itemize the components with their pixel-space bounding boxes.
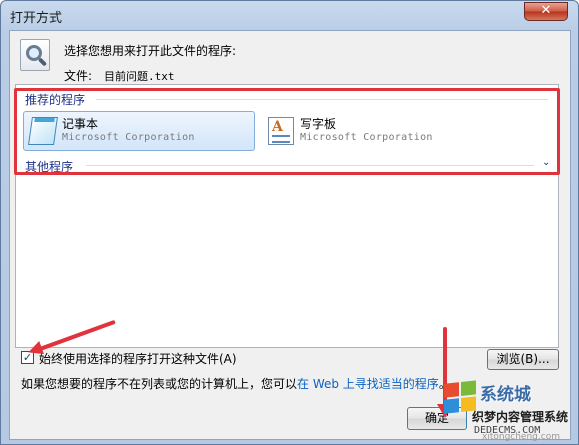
wordpad-icon: A (268, 117, 294, 145)
program-name: 写字板 (300, 117, 337, 131)
watermark-brand: 系统城 (480, 385, 531, 405)
file-label: 文件: (64, 69, 93, 83)
chevron-down-icon[interactable]: ⌄ (542, 157, 550, 168)
search-file-icon (20, 39, 50, 71)
web-search-link[interactable]: 在 Web 上寻找适当的程序 (297, 377, 439, 391)
hint-prefix: 如果您想要的程序不在列表或您的计算机上，您可以 (21, 377, 298, 391)
notepad-icon (28, 117, 58, 145)
hint-text: 如果您想要的程序不在列表或您的计算机上，您可以在 Web 上寻找适当的程序。 (21, 375, 451, 392)
watermark-line2: 织梦内容管理系统 (472, 410, 569, 424)
always-use-label[interactable]: 始终使用选择的程序打开这种文件(A) (39, 350, 237, 367)
group-divider (96, 99, 548, 100)
file-name: 目前问题.txt (104, 70, 175, 83)
group-divider (86, 165, 534, 166)
program-name: 记事本 (62, 117, 99, 131)
recommended-group-label: 推荐的程序 (25, 93, 86, 107)
watermark-site: xitongcheng.com (482, 432, 560, 442)
program-company: Microsoft Corporation (62, 132, 195, 143)
other-programs-label[interactable]: 其他程序 (25, 158, 73, 175)
close-icon: ✕ (540, 3, 552, 18)
file-info: 文件: 目前问题.txt (64, 67, 175, 84)
window-title: 打开方式 (10, 11, 63, 26)
browse-button[interactable]: 浏览(B)... (487, 349, 559, 370)
program-item-wordpad[interactable]: A 写字板 Microsoft Corporation (261, 111, 493, 151)
close-button[interactable]: ✕ (524, 2, 568, 21)
program-list[interactable]: 推荐的程序 记事本 Microsoft Corporation A 写字板 Mi… (15, 84, 559, 348)
dialog-prompt: 选择您想用来打开此文件的程序: (64, 44, 237, 58)
program-item-notepad[interactable]: 记事本 Microsoft Corporation (23, 111, 255, 151)
program-company: Microsoft Corporation (300, 132, 433, 143)
